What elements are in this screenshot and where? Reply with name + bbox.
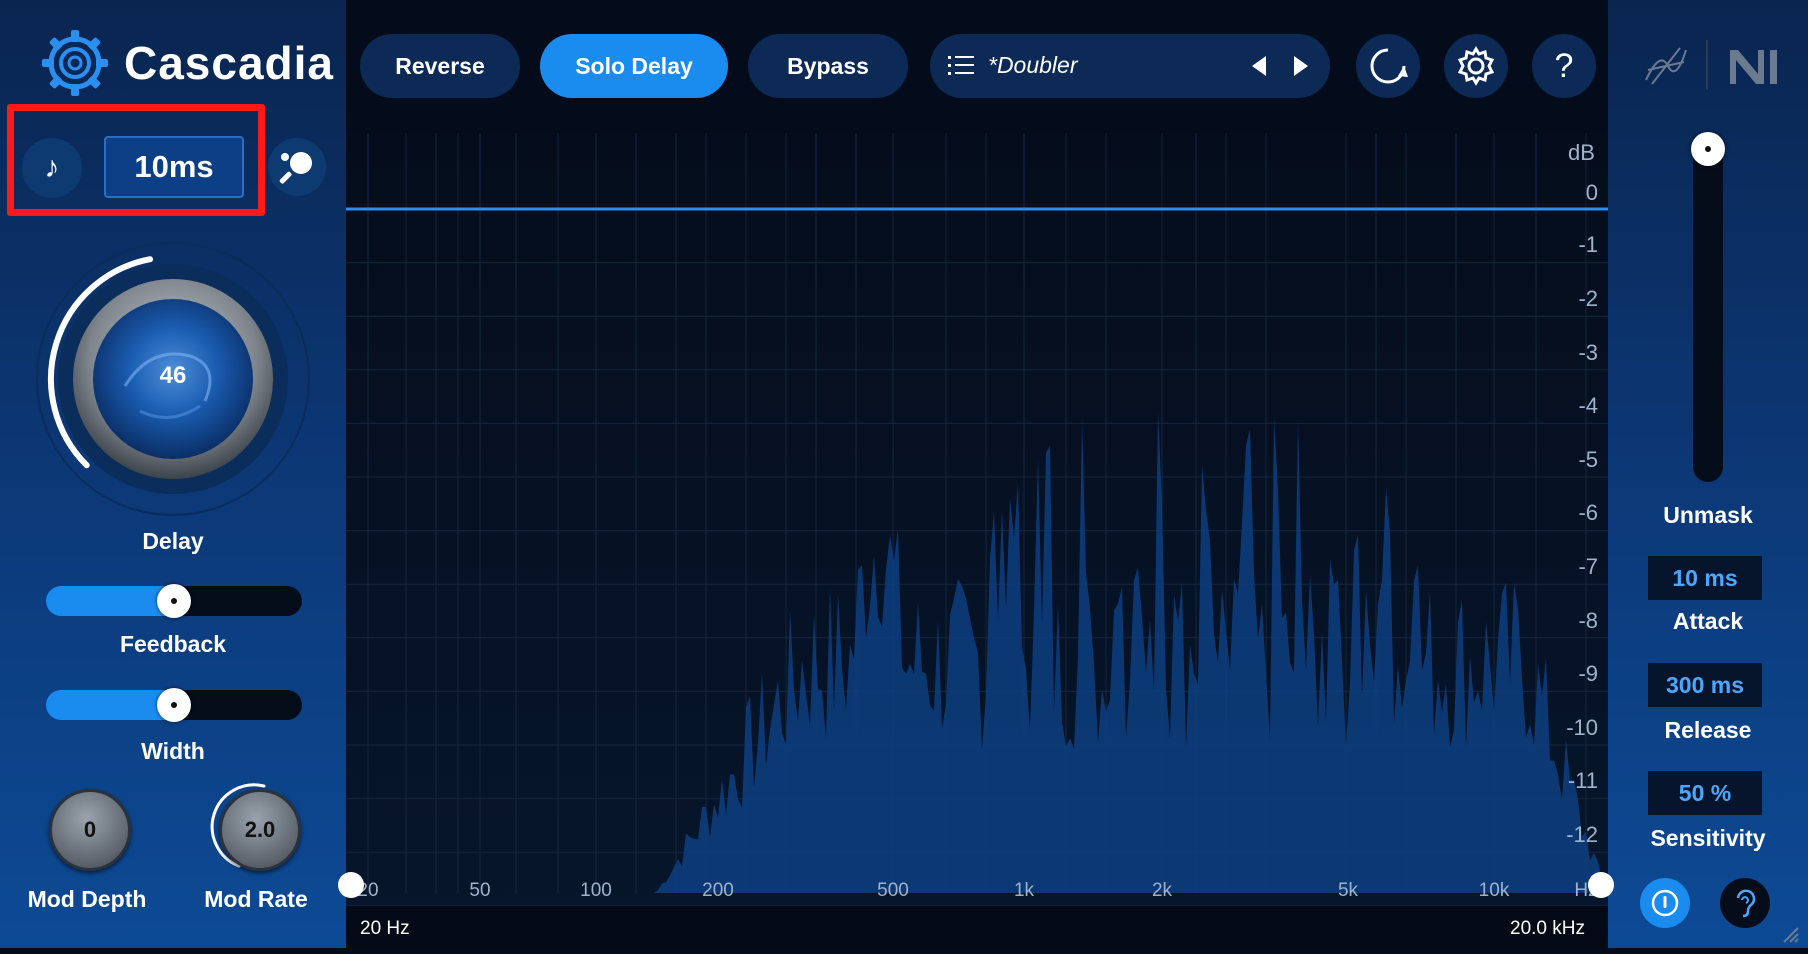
freq-label: 100	[580, 880, 612, 901]
range-high-label: 20.0 kHz	[1510, 918, 1585, 939]
freq-label: 50	[469, 880, 491, 901]
range-low-label: 20 Hz	[360, 918, 410, 939]
ping-pong-icon	[279, 152, 312, 184]
loop-icon	[1370, 48, 1408, 84]
db-label: -11	[1567, 768, 1598, 793]
mod-depth-value: 0	[83, 817, 97, 842]
mod-rate-knob[interactable]: 2.0	[219, 789, 301, 871]
db-label: -9	[1578, 661, 1598, 686]
db-label: -3	[1578, 340, 1598, 365]
mod-rate-value: 2.0	[244, 817, 276, 842]
db-label: -1	[1578, 232, 1598, 257]
db-label: 0	[1585, 180, 1598, 205]
db-label: -4	[1578, 393, 1598, 418]
delay-label: Delay	[142, 528, 204, 554]
db-label: -5	[1578, 447, 1598, 472]
attack-label: Attack	[1672, 608, 1744, 634]
izotope-logo-icon	[1640, 40, 1692, 92]
cascadia-gear-logo-icon	[40, 28, 110, 98]
feedback-label: Feedback	[119, 631, 227, 657]
music-note-icon: ♪	[44, 151, 60, 184]
db-label: -2	[1578, 286, 1598, 311]
ping-pong-button[interactable]	[268, 138, 326, 196]
unmask-label: Unmask	[1663, 502, 1753, 528]
freq-label: 1k	[1013, 880, 1035, 901]
resize-grip-icon[interactable]	[1780, 924, 1800, 944]
freq-label: 2k	[1151, 880, 1173, 901]
settings-button[interactable]	[1444, 34, 1508, 98]
db-label: -8	[1578, 608, 1598, 633]
brand-divider	[1706, 40, 1708, 90]
ni-logo-icon	[1728, 46, 1780, 86]
range-marker-right[interactable]	[1588, 872, 1614, 898]
power-button[interactable]	[1640, 878, 1690, 928]
question-icon: ?	[1554, 46, 1574, 85]
bypass-button[interactable]: Bypass	[748, 34, 908, 98]
freq-label: 500	[877, 880, 909, 901]
feedback-slider-fill	[46, 586, 174, 616]
range-bar	[346, 906, 1608, 948]
width-slider-fill	[46, 690, 174, 720]
reverse-button[interactable]: Reverse	[360, 34, 520, 98]
range-marker-left[interactable]	[338, 872, 364, 898]
preset-bar[interactable]: *Doubler	[930, 34, 1330, 98]
db-unit-label: dB	[1568, 140, 1595, 165]
gear-icon	[1457, 46, 1495, 86]
sync-note-button[interactable]: ♪	[22, 138, 82, 198]
spectrum-display[interactable]	[346, 133, 1608, 948]
release-label: Release	[1664, 717, 1752, 743]
preset-name[interactable]: *Doubler	[988, 52, 1078, 79]
freq-label: 5k	[1337, 880, 1359, 901]
sensitivity-field[interactable]: 50 %	[1648, 771, 1762, 815]
listen-button[interactable]	[1720, 878, 1770, 928]
delay-knob[interactable]: 46	[30, 236, 316, 522]
ear-icon	[1736, 889, 1756, 918]
power-icon	[1651, 889, 1679, 917]
freq-label: 200	[702, 880, 734, 901]
triangle-left-icon[interactable]	[1248, 54, 1272, 78]
db-label: -10	[1566, 715, 1598, 740]
mod-depth-label: Mod Depth	[27, 886, 147, 912]
db-label: -12	[1566, 822, 1598, 847]
attack-field[interactable]: 10 ms	[1648, 556, 1762, 600]
app-title: Cascadia	[124, 37, 335, 89]
help-button[interactable]: ?	[1532, 34, 1596, 98]
sensitivity-label: Sensitivity	[1650, 825, 1766, 851]
list-icon[interactable]	[948, 54, 974, 78]
freq-label: 10k	[1478, 880, 1510, 901]
unmask-slider-track[interactable]	[1693, 134, 1723, 482]
delay-knob-value: 46	[159, 362, 187, 389]
delay-time-field[interactable]: 10ms	[104, 136, 244, 198]
unmask-slider-thumb[interactable]	[1691, 132, 1725, 166]
release-field[interactable]: 300 ms	[1648, 663, 1762, 707]
width-label: Width	[141, 738, 205, 764]
triangle-right-icon[interactable]	[1288, 54, 1312, 78]
db-label: -6	[1578, 500, 1598, 525]
mod-depth-knob[interactable]: 0	[49, 789, 131, 871]
feedback-slider-thumb[interactable]	[157, 584, 191, 618]
db-label: -7	[1578, 554, 1598, 579]
solo-delay-button[interactable]: Solo Delay	[540, 34, 728, 98]
mod-rate-label: Mod Rate	[204, 886, 308, 912]
width-slider-thumb[interactable]	[157, 688, 191, 722]
loop-button[interactable]	[1356, 34, 1420, 98]
